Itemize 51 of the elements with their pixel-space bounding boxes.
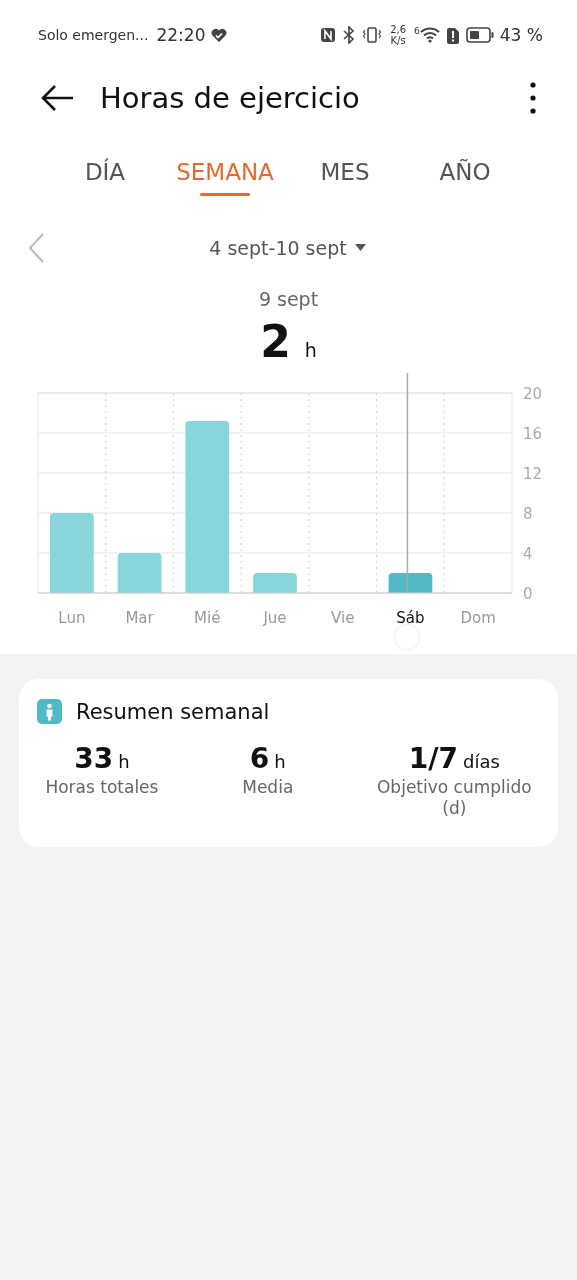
axis-label: 8 xyxy=(523,505,533,523)
person-icon xyxy=(37,699,62,724)
period-tab[interactable]: MES xyxy=(285,159,405,196)
stat-unit: h xyxy=(118,751,130,772)
card-title: Resumen semanal xyxy=(76,699,270,724)
stat-label: Media xyxy=(242,777,294,798)
date-range[interactable]: 4 sept-10 sept xyxy=(209,237,347,259)
stat-label: Objetivo cumplido (d) xyxy=(376,777,533,819)
wifi-icon xyxy=(419,27,440,43)
back-arrow-icon[interactable] xyxy=(40,84,74,112)
axis-label: Mar xyxy=(125,609,154,627)
stat-unit: días xyxy=(463,751,500,772)
axis-label: 4 xyxy=(523,545,533,563)
bar xyxy=(117,553,162,593)
vibrate-icon xyxy=(362,26,383,44)
axis-label: Vie xyxy=(331,609,355,627)
axis-label: Jue xyxy=(263,609,287,627)
axis-label: Mié xyxy=(194,609,221,627)
stat-value: 6 xyxy=(249,742,270,775)
stat-value: 33 xyxy=(74,742,114,775)
day-unit: h xyxy=(304,339,317,361)
wifi-label: 6 xyxy=(414,27,420,36)
period-tab[interactable]: AÑO xyxy=(405,159,525,196)
battery-icon xyxy=(465,27,494,43)
axis-label: 20 xyxy=(523,385,543,403)
nfc-icon xyxy=(320,27,337,43)
bar xyxy=(388,573,433,593)
page-title: Horas de ejercicio xyxy=(100,81,361,115)
sim-alert-icon xyxy=(445,26,460,44)
axis-label: 12 xyxy=(523,465,543,483)
axis-label: Sáb xyxy=(396,609,425,627)
axis-label: 0 xyxy=(523,585,533,603)
stat-value: 1/7 xyxy=(408,742,458,775)
selected-day: 9 sept xyxy=(0,288,577,310)
axis-label: Dom xyxy=(460,609,496,627)
axis-label: 16 xyxy=(523,425,543,443)
carrier-text: Solo emergen... xyxy=(38,27,149,43)
period-tab[interactable]: DÍA xyxy=(45,159,165,196)
bluetooth-icon xyxy=(342,26,357,44)
speed-value: 2,6 xyxy=(390,24,407,35)
bar xyxy=(253,573,297,593)
heart-icon xyxy=(211,27,228,43)
day-value: 2 xyxy=(260,316,291,367)
stat-label: Horas totales xyxy=(45,777,159,798)
axis-label: Lun xyxy=(58,609,86,627)
speed-unit: K/s xyxy=(390,35,406,46)
more-icon[interactable] xyxy=(529,81,537,115)
stat-unit: h xyxy=(274,751,286,772)
clock: 22:20 xyxy=(156,25,206,45)
battery-percent: 43 % xyxy=(499,25,543,45)
dropdown-icon[interactable] xyxy=(354,244,366,252)
